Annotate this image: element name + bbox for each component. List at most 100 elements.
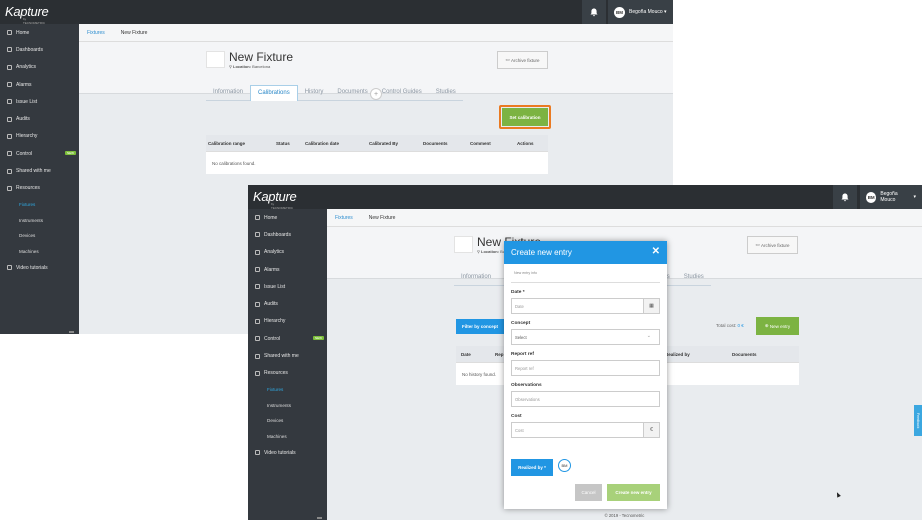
column-header[interactable]: Calibration date (305, 141, 339, 146)
sidebar-item-label: Audits (16, 116, 30, 123)
sidebar-item-label: Issue List (264, 283, 286, 290)
column-header[interactable]: Rep (495, 352, 504, 357)
close-icon[interactable]: ✕ (652, 246, 660, 257)
concept-select[interactable]: Select ⌄ (511, 329, 660, 345)
sidebar-item-hierarchy[interactable]: Hierarchy (248, 313, 327, 330)
new-badge: NEW (313, 336, 324, 341)
date-field[interactable]: Date ▦ (511, 298, 660, 314)
tab-studies[interactable]: Studies (677, 270, 711, 286)
sidebar-item-hierarchy[interactable]: Hierarchy (0, 128, 79, 145)
warning-icon (255, 267, 260, 273)
top-bar: Kapture by TECNOMETRIC BM Begoña Mouco ▾ (248, 185, 922, 210)
sidebar-item-shared[interactable]: Shared with me (248, 347, 327, 364)
sidebar-sub-devices[interactable]: Devices (0, 228, 79, 244)
user-name: Begoña Mouco (880, 191, 898, 203)
archive-button[interactable]: ▭ Archive fixture (747, 236, 798, 254)
collapse-sidebar-icon[interactable] (69, 331, 74, 333)
avatar[interactable]: BM (558, 459, 571, 472)
column-header[interactable]: Calibration range (208, 141, 245, 146)
sidebar-sub-instruments[interactable]: Instruments (0, 212, 79, 228)
tab-information[interactable]: Information (206, 85, 250, 101)
breadcrumb-current: New Fixture (368, 214, 396, 221)
calendar-icon[interactable]: ▦ (643, 299, 659, 313)
tab-history[interactable]: History (298, 85, 331, 101)
tab-control-guides[interactable]: Control Guides (375, 85, 429, 101)
sidebar-sub-fixtures[interactable]: Fixtures (0, 197, 79, 213)
sidebar-item-resources[interactable]: Resources (248, 365, 327, 382)
sidebar-item-home[interactable]: Home (248, 209, 327, 226)
sidebar-sub-machines[interactable]: Machines (248, 428, 327, 444)
sidebar-item-dashboards[interactable]: Dashboards (248, 226, 327, 243)
top-bar: Kapture by TECNOMETRIC BM Begoña Mouco ▾ (0, 0, 673, 25)
tab-calibrations[interactable]: Calibrations (250, 85, 298, 101)
feedback-tab[interactable]: Feedback (914, 405, 922, 436)
column-header[interactable]: Realized by (665, 352, 690, 357)
fixture-thumbnail[interactable] (454, 236, 473, 253)
tab-documents[interactable]: Documents (330, 85, 374, 101)
sidebar-item-analytics[interactable]: Analytics (248, 244, 327, 261)
total-cost: Total cost: 0 € (716, 323, 744, 328)
sidebar-item-control[interactable]: Control NEW (0, 145, 79, 162)
user-name: Begoña Mouco (629, 9, 663, 15)
sidebar-item-audits[interactable]: Audits (248, 295, 327, 312)
sidebar-sub-devices[interactable]: Devices (248, 413, 327, 429)
user-menu[interactable]: BM Begoña Mouco ▾ (608, 0, 673, 24)
archive-button[interactable]: ▭ Archive fixture (497, 51, 548, 69)
collapse-sidebar-icon[interactable] (317, 517, 322, 519)
column-header[interactable]: Documents (423, 141, 448, 146)
notifications-bell-icon[interactable] (833, 185, 857, 209)
sidebar-sub-fixtures[interactable]: Fixtures (248, 382, 327, 398)
sidebar-item-label: Home (16, 29, 30, 36)
cancel-button[interactable]: Cancel (575, 484, 602, 501)
column-header[interactable]: Status (276, 141, 290, 146)
sidebar-item-video[interactable]: Video tutorials (248, 444, 327, 461)
column-header[interactable]: Comment (470, 141, 491, 146)
chevron-down-icon: ⌄ (646, 333, 651, 339)
sidebar-item-issue-list[interactable]: Issue List (0, 93, 79, 110)
sidebar-item-control[interactable]: Control NEW (248, 330, 327, 347)
cost-field[interactable]: Cost € (511, 422, 660, 438)
sidebar-item-issue-list[interactable]: Issue List (248, 278, 327, 295)
new-entry-button[interactable]: ⊕ New entry (756, 317, 799, 335)
sidebar-item-audits[interactable]: Audits (0, 110, 79, 127)
sidebar-item-shared[interactable]: Shared with me (0, 162, 79, 179)
wrench-icon (255, 370, 260, 376)
sidebar-item-alarms[interactable]: Alarms (248, 261, 327, 278)
user-menu[interactable]: BM Begoña Mouco ▾ (860, 185, 922, 209)
observations-field[interactable]: Observations (511, 391, 660, 407)
sidebar-item-label: Alarms (264, 266, 280, 273)
breadcrumb-parent[interactable]: Fixtures (335, 215, 369, 221)
concept-label: Concept (511, 321, 531, 326)
sidebar-item-dashboards[interactable]: Dashboards (0, 41, 79, 58)
column-header[interactable]: Date (461, 352, 471, 357)
sidebar-sub-instruments[interactable]: Instruments (248, 397, 327, 413)
column-header[interactable]: Actions (517, 141, 534, 146)
tab-studies[interactable]: Studies (429, 85, 463, 101)
fixture-thumbnail[interactable] (206, 51, 225, 68)
breadcrumb-parent[interactable]: Fixtures (87, 30, 121, 36)
list-icon (7, 99, 12, 105)
report-ref-field[interactable]: Report ref (511, 360, 660, 376)
control-icon (7, 151, 12, 157)
column-header[interactable]: Calibrated By (369, 141, 398, 146)
archive-label: Archive fixture (511, 57, 540, 63)
sidebar-sub-machines[interactable]: Machines (0, 243, 79, 259)
sidebar-item-analytics[interactable]: Analytics (0, 59, 79, 76)
create-entry-button[interactable]: Create new entry (607, 484, 660, 501)
app-logo[interactable]: Kapture by TECNOMETRIC (253, 189, 297, 210)
sidebar-item-video[interactable]: Video tutorials (0, 259, 79, 276)
sidebar-item-home[interactable]: Home (0, 24, 79, 41)
column-header[interactable]: Documents (732, 352, 757, 357)
notifications-bell-icon[interactable] (582, 0, 606, 24)
tab-information[interactable]: Information (454, 270, 498, 286)
sidebar-item-label: Video tutorials (264, 449, 296, 456)
filter-by-concept-button[interactable]: Filter by concept (456, 319, 504, 334)
app-logo[interactable]: Kapture by TECNOMETRIC (5, 4, 49, 25)
location: ⚲ Location: Barcelona (229, 64, 271, 69)
avatar: BM (614, 6, 625, 18)
set-calibration-button[interactable]: Set calibration (502, 108, 548, 126)
realized-by-button[interactable]: Realized by * (511, 459, 553, 476)
warning-icon (7, 82, 12, 88)
sidebar-item-resources[interactable]: Resources (0, 180, 79, 197)
sidebar-item-alarms[interactable]: Alarms (0, 76, 79, 93)
